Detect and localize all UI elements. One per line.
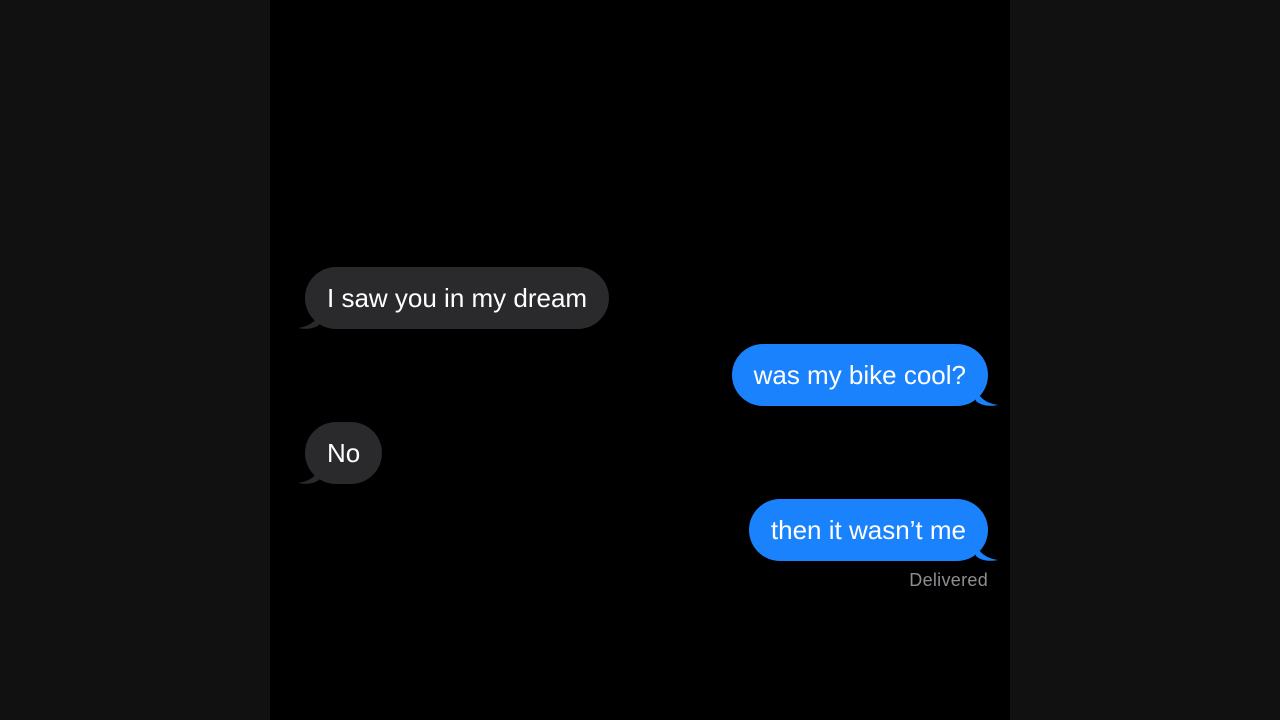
bubble-tail-icon [298, 308, 320, 329]
message-text: I saw you in my dream [327, 283, 588, 313]
message-text: was my bike cool? [753, 360, 966, 390]
outer-frame: I saw you in my dream was my bike cool? … [0, 0, 1280, 720]
delivery-status: Delivered [909, 570, 988, 590]
message-thread[interactable]: I saw you in my dream was my bike cool? … [270, 0, 1010, 720]
message-text: then it wasn’t me [770, 515, 966, 545]
message-bubble-sent[interactable]: was my bike cool? [731, 344, 988, 406]
bubble-tail-icon [976, 385, 998, 406]
bubble-tail-icon [976, 540, 998, 561]
bubble-tail-icon [298, 463, 320, 484]
message-bubble-sent[interactable]: then it wasn’t me [748, 499, 988, 561]
message-text: No [327, 438, 361, 468]
message-bubble-received[interactable]: I saw you in my dream [305, 267, 610, 329]
